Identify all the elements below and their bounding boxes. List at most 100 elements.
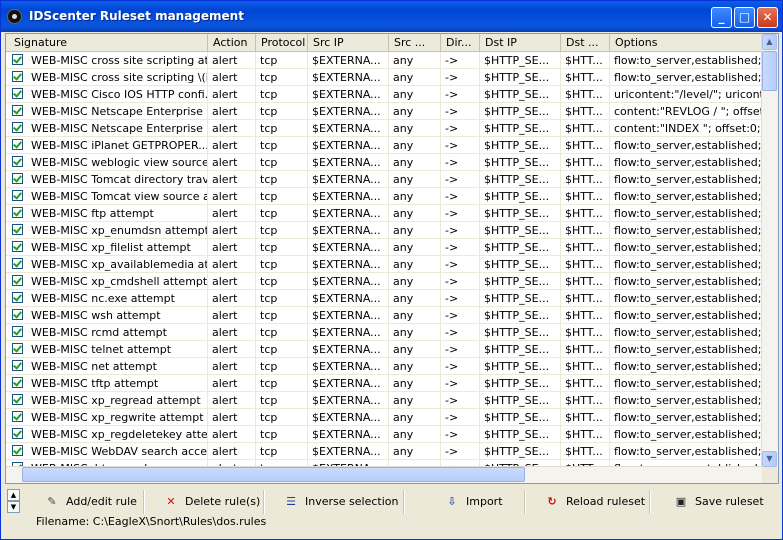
cell-dst-ip: $HTTP_SE... [480, 120, 561, 137]
table-row[interactable]: WEB-MISC Netscape Enterprise di... alert t… [6, 120, 763, 137]
cell-dst-ip: $HTTP_SE... [480, 222, 561, 239]
cell-src-ip: $EXTERNA... [308, 290, 389, 307]
table-row[interactable]: WEB-MISC nc.exe attempt alert tcp $EXTERNA.… [6, 290, 763, 307]
table-row[interactable]: WEB-MISC xp_regdeletekey attemptalerttcp… [6, 426, 763, 443]
cell-src-ip: $EXTERNA... [308, 154, 389, 171]
column-header-src-port[interactable]: Src ... [389, 34, 441, 51]
cell-options: flow:to_server,established; uric [610, 154, 763, 171]
cell-action: alert [208, 86, 256, 103]
table-row[interactable]: WEB-MISC ftp attempt alert tcp $EXTERNA... a… [6, 205, 763, 222]
column-header-direction[interactable]: Dir... [441, 34, 480, 51]
cell-direction: -> [441, 69, 480, 86]
cell-dst-ip: $HTTP_SE... [480, 137, 561, 154]
cell-action: alert [208, 443, 256, 460]
cell-src-port: any [389, 341, 441, 358]
cell-action: alert [208, 239, 256, 256]
cell-protocol: tcp [256, 120, 308, 137]
table-row[interactable]: WEB-MISC Tomcat directory trave... alert t… [6, 171, 763, 188]
cell-dst-ip: $HTTP_SE... [480, 324, 561, 341]
delete-rules-button[interactable]: ✕ Delete rule(s) [163, 489, 260, 515]
cell-src-ip: $EXTERNA... [308, 137, 389, 154]
table-row[interactable]: WEB-MISC telnet attempt alert tcp $EXTERNA.… [6, 341, 763, 358]
table-row[interactable]: WEB-MISC xp_enumdsn attempt alert tcp $EXTE… [6, 222, 763, 239]
table-row[interactable]: WEB-MISC Cisco IOS HTTP confi... alert tcp… [6, 86, 763, 103]
inverse-selection-button[interactable]: ☰ Inverse selection [283, 489, 398, 515]
add-edit-rule-button[interactable]: ✎ Add/edit rule [44, 489, 137, 515]
table-row[interactable]: WEB-MISC cross site scripting atte...ale… [6, 52, 763, 69]
app-icon [7, 9, 22, 24]
cell-src-port: any [389, 103, 441, 120]
column-header-options[interactable]: Options [610, 34, 770, 51]
column-header-protocol[interactable]: Protocol [256, 34, 308, 51]
cell-direction: -> [441, 409, 480, 426]
table-row[interactable]: WEB-MISC iPlanet GETPROPER... alert tcp $EX… [6, 137, 763, 154]
cell-direction: -> [441, 222, 480, 239]
cell-signature: WEB-MISC iPlanet GETPROPER... [6, 137, 208, 154]
list-icon: ☰ [286, 495, 296, 508]
maximize-button[interactable]: □ [734, 7, 755, 28]
move-up-icon[interactable]: ▲ [7, 489, 20, 501]
table-row[interactable]: WEB-MISC xp_filelist attempt alert tcp $EXT… [6, 239, 763, 256]
cell-direction: -> [441, 307, 480, 324]
table-row[interactable]: WEB-MISC Tomcat view source a... alert tcp… [6, 188, 763, 205]
cell-src-port: any [389, 239, 441, 256]
table-row[interactable]: WEB-MISC Netscape Enterprise D... alert tc… [6, 103, 763, 120]
cell-protocol: tcp [256, 52, 308, 69]
cell-dst-port: $HTT... [561, 222, 610, 239]
cell-action: alert [208, 375, 256, 392]
horizontal-scrollbar[interactable] [6, 466, 763, 483]
cell-src-ip: $EXTERNA... [308, 120, 389, 137]
cell-src-port: any [389, 426, 441, 443]
table-row[interactable]: WEB-MISC xp_regread attempt alert tcp $EXTE… [6, 392, 763, 409]
cell-direction: -> [441, 120, 480, 137]
cell-protocol: tcp [256, 205, 308, 222]
cell-direction: -> [441, 358, 480, 375]
cell-protocol: tcp [256, 103, 308, 120]
scroll-up-icon[interactable]: ▲ [762, 34, 777, 50]
move-rule-spinner[interactable]: ▲ ▼ [7, 489, 20, 514]
cell-options: flow:to_server,established; cont [610, 52, 763, 69]
close-button[interactable]: ✕ [757, 7, 778, 28]
column-header-action[interactable]: Action [208, 34, 256, 51]
column-header-src-ip[interactable]: Src IP [308, 34, 389, 51]
cell-options: flow:to_server,established; cont [610, 69, 763, 86]
vertical-scroll-thumb[interactable] [762, 51, 777, 91]
move-down-icon[interactable]: ▼ [7, 501, 20, 513]
cell-dst-port: $HTT... [561, 86, 610, 103]
cell-dst-port: $HTT... [561, 307, 610, 324]
column-header-dst-port[interactable]: Dst ... [561, 34, 610, 51]
cell-action: alert [208, 358, 256, 375]
table-row[interactable]: WEB-MISC weblogic view source ... alert tc… [6, 154, 763, 171]
cell-options: flow:to_server,established; cont [610, 341, 763, 358]
table-row[interactable]: WEB-MISC xp_availablemedia att... alert tc… [6, 256, 763, 273]
cell-dst-port: $HTT... [561, 52, 610, 69]
title-bar[interactable]: IDScenter Ruleset management _ □ ✕ [1, 1, 782, 32]
vertical-scrollbar[interactable]: ▲ ▼ [761, 34, 778, 467]
column-header-signature[interactable]: Signature [6, 34, 208, 51]
cell-signature: WEB-MISC WebDAV search acce... [6, 443, 208, 460]
table-row[interactable]: WEB-MISC wsh attempt alert tcp $EXTERNA... a… [6, 307, 763, 324]
cell-src-ip: $EXTERNA... [308, 426, 389, 443]
table-row[interactable]: WEB-MISC rcmd attempt alert tcp $EXTERNA...… [6, 324, 763, 341]
cell-direction: -> [441, 86, 480, 103]
table-row[interactable]: WEB-MISC tftp attempt alert tcp $EXTERNA...… [6, 375, 763, 392]
horizontal-scroll-thumb[interactable] [22, 467, 525, 482]
table-row[interactable]: WEB-MISC WebDAV search acce... alert tcp $E… [6, 443, 763, 460]
cell-src-ip: $EXTERNA... [308, 69, 389, 86]
cell-src-port: any [389, 392, 441, 409]
column-header-dst-ip[interactable]: Dst IP [480, 34, 561, 51]
toolbar-separator [263, 490, 265, 514]
cell-action: alert [208, 409, 256, 426]
table-row[interactable]: WEB-MISC net attempt alert tcp $EXTERNA... a… [6, 358, 763, 375]
cell-dst-port: $HTT... [561, 137, 610, 154]
ruleset-table[interactable]: Signature Action Protocol Src IP Src ... Dir.… [5, 33, 779, 484]
import-button[interactable]: ⇩ Import [444, 489, 502, 515]
save-ruleset-button[interactable]: ▣ Save ruleset [673, 489, 764, 515]
scroll-down-icon[interactable]: ▼ [762, 451, 777, 467]
cell-dst-port: $HTT... [561, 239, 610, 256]
table-row[interactable]: WEB-MISC cross site scripting \(im...ale… [6, 69, 763, 86]
table-row[interactable]: WEB-MISC xp_regwrite attempt alert tcp $EXT… [6, 409, 763, 426]
table-row[interactable]: WEB-MISC xp_cmdshell attempt alert tcp $EXT… [6, 273, 763, 290]
reload-ruleset-button[interactable]: ↻ Reload ruleset [544, 489, 645, 515]
minimize-button[interactable]: _ [711, 7, 732, 28]
